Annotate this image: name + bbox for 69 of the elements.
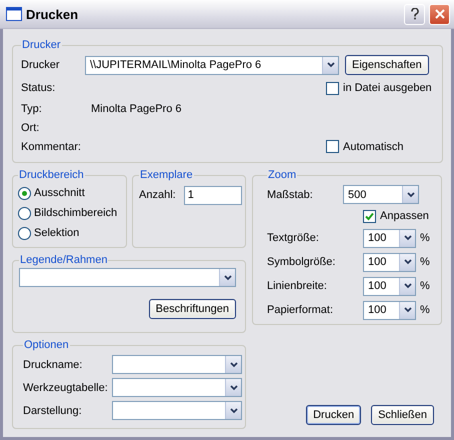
dropdown-field[interactable]: 100 (363, 228, 416, 248)
dropdown-field[interactable]: \\JUPITERMAIL\Minolta PagePro 6 (85, 56, 339, 74)
group-title: Drucker (21, 39, 62, 51)
checkbox[interactable] (326, 82, 339, 94)
chevron-down-icon (404, 235, 412, 241)
dropdown-field[interactable] (112, 401, 242, 420)
chevron-down-icon (326, 62, 334, 68)
radio-label: Ausschnitt (34, 187, 85, 199)
group-title: Zoom (267, 169, 298, 181)
unit-label: % (420, 256, 430, 268)
info-label: Status: (21, 82, 56, 94)
group-title: Optionen (23, 339, 70, 351)
group-title: Exemplare (139, 169, 194, 181)
radio-button[interactable] (18, 186, 31, 200)
info-label: Typ: (21, 102, 43, 114)
field-label: Maßstab: (267, 188, 314, 200)
checkbox[interactable] (363, 210, 376, 222)
checkbox-label: Anpassen (380, 210, 429, 222)
radio-button[interactable] (18, 206, 31, 220)
chevron-down-icon (230, 362, 238, 368)
chevron-down-icon (404, 307, 412, 313)
unit-label: % (420, 280, 430, 292)
close-button[interactable] (429, 4, 450, 24)
properties-button[interactable]: Eigenschaften (345, 55, 429, 75)
labels-button[interactable]: Beschriftungen (148, 299, 236, 319)
field-label: Darstellung: (23, 404, 83, 416)
window-icon (6, 7, 22, 21)
field-label: Textgröße: (267, 232, 320, 244)
group-title: Druckbereich (18, 169, 85, 181)
chevron-down-icon (230, 384, 238, 390)
checkbox[interactable] (326, 140, 339, 153)
field-label: Druckname: (23, 358, 84, 370)
info-label: Kommentar: (21, 140, 82, 152)
chevron-down-icon (406, 192, 414, 198)
unit-label: % (420, 232, 430, 244)
info-value: Minolta PagePro 6 (91, 102, 182, 114)
help-button[interactable] (404, 4, 425, 24)
dialog-button[interactable]: Drucken (306, 405, 362, 425)
chevron-down-icon (230, 408, 238, 414)
help-icon (410, 8, 418, 20)
dropdown-field[interactable]: 100 (363, 300, 416, 320)
dropdown-field[interactable] (112, 355, 242, 374)
field-label: Drucker (21, 59, 61, 71)
field-label: Symbolgröße: (267, 256, 336, 268)
dropdown-field[interactable] (19, 268, 236, 287)
radio-label: Bildschimbereich (34, 207, 118, 219)
chevron-down-icon (404, 283, 412, 289)
field-label: Linienbreite: (267, 280, 328, 292)
dropdown-field[interactable]: 100 (363, 276, 416, 296)
dropdown-field[interactable] (112, 378, 242, 397)
checkbox-label: Automatisch (343, 140, 404, 152)
chevron-down-icon (224, 274, 232, 280)
window-title: Drucken (26, 6, 80, 22)
info-label: Ort: (21, 122, 40, 134)
dialog-button[interactable]: Schließen (371, 405, 434, 425)
field-label: Papierformat: (267, 304, 334, 316)
chevron-down-icon (404, 259, 412, 265)
radio-label: Selektion (34, 227, 80, 239)
checkbox-label: in Datei ausgeben (343, 82, 432, 94)
unit-label: % (420, 304, 430, 316)
close-icon (434, 9, 444, 19)
check-icon (365, 212, 374, 220)
radio-button[interactable] (18, 226, 31, 240)
input-field[interactable]: 1 (184, 186, 242, 204)
field-label: Werkzeugtabelle: (23, 382, 106, 394)
dropdown-field[interactable]: 100 (363, 252, 416, 272)
dropdown-field[interactable]: 500 (343, 185, 419, 204)
group-title: Legende/Rahmen (19, 254, 108, 266)
field-label: Anzahl: (139, 189, 176, 201)
